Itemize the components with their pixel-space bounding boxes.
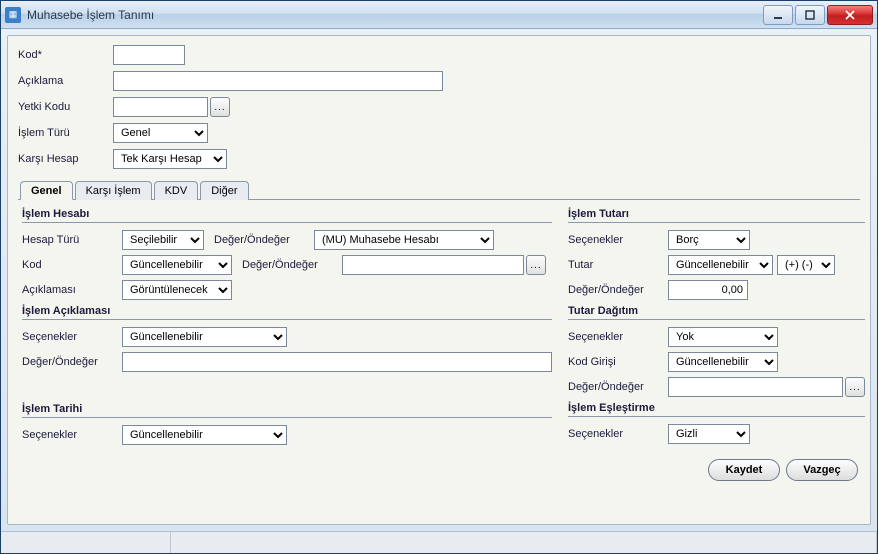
deger-ondeger1-select[interactable]: (MU) Muhasebe Hesabı xyxy=(314,230,494,250)
ih-kod-select[interactable]: Güncellenebilir xyxy=(122,255,232,275)
itut-deger-label: Değer/Öndeğer xyxy=(568,284,668,296)
statusbar xyxy=(1,531,877,553)
aciklama-input[interactable] xyxy=(113,71,443,91)
ia-secenekler-select[interactable]: Güncellenebilir xyxy=(122,327,287,347)
ih-aciklamasi-label: Açıklaması xyxy=(22,284,122,296)
app-window: ▦ Muhasebe İşlem Tanımı Kod* Açıklama Ye… xyxy=(0,0,878,554)
it-secenekler-label: Seçenekler xyxy=(22,429,122,441)
yetki-kodu-input[interactable] xyxy=(113,97,208,117)
td-kod-girisi-label: Kod Girişi xyxy=(568,356,668,368)
ia-deger-ondeger-input[interactable] xyxy=(122,352,552,372)
tab-genel[interactable]: Genel xyxy=(20,181,73,200)
section-islem-tutari: İşlem Tutarı xyxy=(568,208,865,223)
main-panel: Kod* Açıklama Yetki Kodu ... İşlem Türü … xyxy=(7,35,871,525)
tab-karsi-islem[interactable]: Karşı İşlem xyxy=(75,181,152,200)
itut-secenekler-label: Seçenekler xyxy=(568,234,668,246)
section-islem-tarihi: İşlem Tarihi xyxy=(22,403,552,418)
minimize-button[interactable] xyxy=(763,5,793,25)
tab-strip: Genel Karşı İşlem KDV Diğer xyxy=(18,180,860,199)
ih-kod-label: Kod xyxy=(22,259,122,271)
yetki-kodu-label: Yetki Kodu xyxy=(18,101,113,113)
deger-ondeger2-lookup-button[interactable]: ... xyxy=(526,255,546,275)
hesap-turu-label: Hesap Türü xyxy=(22,234,122,246)
ie-secenekler-select[interactable]: Gizli xyxy=(668,424,750,444)
footer-buttons: Kaydet Vazgeç xyxy=(18,453,860,483)
section-islem-hesabi: İşlem Hesabı xyxy=(22,208,552,223)
islem-turu-label: İşlem Türü xyxy=(18,127,113,139)
ia-deger-ondeger-label: Değer/Öndeğer xyxy=(22,356,122,368)
itut-tutar-select[interactable]: Güncellenebilir xyxy=(668,255,773,275)
deger-ondeger2-input[interactable] xyxy=(342,255,524,275)
hesap-turu-select[interactable]: Seçilebilir xyxy=(122,230,204,250)
app-icon: ▦ xyxy=(5,7,21,23)
islem-turu-select[interactable]: Genel xyxy=(113,123,208,143)
section-tutar-dagitim: Tutar Dağıtım xyxy=(568,305,865,320)
maximize-button[interactable] xyxy=(795,5,825,25)
section-islem-aciklamasi: İşlem Açıklaması xyxy=(22,305,552,320)
tab-content: İşlem Hesabı Hesap Türü Seçilebilir Değe… xyxy=(18,199,860,453)
td-deger-lookup-button[interactable]: ... xyxy=(845,377,865,397)
kod-label: Kod* xyxy=(18,49,113,61)
deger-ondeger1-label: Değer/Öndeğer xyxy=(214,234,314,246)
itut-secenekler-select[interactable]: Borç xyxy=(668,230,750,250)
tab-diger[interactable]: Diğer xyxy=(200,181,248,200)
ie-secenekler-label: Seçenekler xyxy=(568,428,668,440)
aciklama-label: Açıklama xyxy=(18,75,113,87)
td-secenekler-select[interactable]: Yok xyxy=(668,327,778,347)
vazgec-button[interactable]: Vazgeç xyxy=(786,459,858,481)
td-deger-input[interactable] xyxy=(668,377,843,397)
status-cell-1 xyxy=(1,532,171,553)
titlebar: ▦ Muhasebe İşlem Tanımı xyxy=(1,1,877,29)
deger-ondeger2-label: Değer/Öndeğer xyxy=(242,259,342,271)
close-button[interactable] xyxy=(827,5,873,25)
window-title: Muhasebe İşlem Tanımı xyxy=(27,8,761,22)
window-controls xyxy=(761,5,873,25)
td-deger-label: Değer/Öndeğer xyxy=(568,381,668,393)
kod-input[interactable] xyxy=(113,45,185,65)
client-area: Kod* Açıklama Yetki Kodu ... İşlem Türü … xyxy=(1,29,877,531)
it-secenekler-select[interactable]: Güncellenebilir xyxy=(122,425,287,445)
karsi-hesap-select[interactable]: Tek Karşı Hesap xyxy=(113,149,227,169)
itut-deger-input[interactable] xyxy=(668,280,748,300)
ih-aciklamasi-select[interactable]: Görüntülenecek xyxy=(122,280,232,300)
karsi-hesap-label: Karşı Hesap xyxy=(18,153,113,165)
td-kod-girisi-select[interactable]: Güncellenebilir xyxy=(668,352,778,372)
itut-sign-select[interactable]: (+) (-) xyxy=(777,255,835,275)
section-islem-eslestirme: İşlem Eşleştirme xyxy=(568,402,865,417)
status-cell-2 xyxy=(171,532,877,553)
kaydet-button[interactable]: Kaydet xyxy=(708,459,780,481)
td-secenekler-label: Seçenekler xyxy=(568,331,668,343)
yetki-kodu-lookup-button[interactable]: ... xyxy=(210,97,230,117)
itut-tutar-label: Tutar xyxy=(568,259,668,271)
ia-secenekler-label: Seçenekler xyxy=(22,331,122,343)
tabs: Genel Karşı İşlem KDV Diğer İşlem Hesabı… xyxy=(18,180,860,453)
tab-kdv[interactable]: KDV xyxy=(154,181,199,200)
